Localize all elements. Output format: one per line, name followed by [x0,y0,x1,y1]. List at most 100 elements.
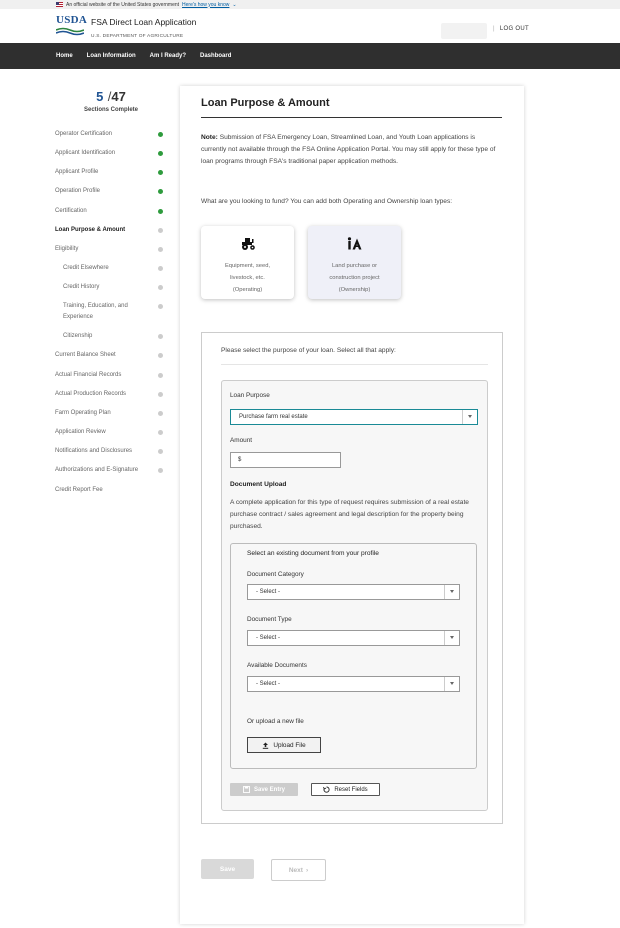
sidebar-step[interactable]: Citizenship [63,331,143,342]
ownership-tile-line3: (Ownership) [338,287,371,293]
floppy-disk-icon [243,786,250,793]
sidebar-step[interactable]: Current Balance Sheet [55,350,165,361]
fund-question: What are you looking to fund? You can ad… [201,198,453,205]
usda-logo-text: USDA [56,14,88,26]
document-type-select[interactable]: - Select - [247,630,460,646]
nav-dashboard[interactable]: Dashboard [200,53,231,59]
loan-entry-panel: Loan Purpose Purchase farm real estate A… [221,380,488,811]
step-status-dot [158,170,163,175]
operating-loan-tile[interactable]: Equipment, seed, livestock, etc. (Operat… [201,226,294,299]
step-status-dot [158,468,163,473]
sidebar-step-label-line2: Experience [63,314,94,320]
sidebar-step[interactable]: Applicant Profile [55,167,165,178]
available-documents-select[interactable]: - Select - [247,676,460,692]
step-status-dot [158,189,163,194]
sidebar-step-label: Credit Elsewhere [63,265,109,271]
ownership-tile-line1: Land purchase or [331,263,378,269]
chevron-down-icon[interactable]: ⌄ [232,2,236,8]
sidebar-step[interactable]: Actual Financial Records [55,370,165,381]
land-icon [347,237,361,250]
chevron-down-icon [444,631,459,645]
step-status-dot [158,353,163,358]
sidebar-step[interactable]: Actual Production Records [55,389,165,400]
main-nav: Home Loan Information Am I Ready? Dashbo… [0,43,620,69]
available-documents-value: - Select - [256,681,281,687]
reset-icon [323,786,330,793]
sidebar-step[interactable]: Notifications and Disclosures [55,446,165,457]
usda-logo[interactable]: USDA [56,14,88,40]
loan-purpose-section: Please select the purpose of your loan. … [201,332,503,824]
usda-wave-icon [56,27,84,36]
reset-fields-label: Reset Fields [334,786,368,793]
ownership-loan-tile[interactable]: Land purchase or construction project (O… [308,226,401,299]
loan-purpose-label: Loan Purpose [230,392,270,399]
step-status-dot [158,209,163,214]
upload-icon [263,742,269,749]
step-status-dot [158,411,163,416]
loan-purpose-select[interactable]: Purchase farm real estate [230,409,478,425]
document-type-value: - Select - [256,635,281,641]
sidebar-step-label: Actual Financial Records [55,372,122,378]
sidebar-step[interactable]: Credit Report Fee [55,485,165,496]
sidebar-step[interactable]: Eligibility [55,244,165,255]
chevron-down-icon [444,585,459,599]
save-entry-label: Save Entry [253,786,286,793]
upload-file-button[interactable]: Upload File [247,737,321,753]
page-title: Loan Purpose & Amount [201,97,330,109]
nav-am-i-ready[interactable]: Am I Ready? [150,53,186,59]
document-upload-title: Document Upload [230,481,287,488]
tractor-icon [241,238,255,250]
sidebar-step-label: Citizenship [63,333,93,339]
save-button[interactable]: Save [201,859,254,879]
chevron-down-icon [462,410,477,424]
heres-how-you-know-link[interactable]: Here's how you know [182,2,229,8]
next-button[interactable]: Next › [271,859,326,881]
sidebar-step[interactable]: Operation Profile [55,186,165,197]
step-status-dot [158,334,163,339]
sidebar-step[interactable]: Farm Operating Plan [55,408,165,419]
note-text: Submission of FSA Emergency Loan, Stream… [201,134,496,165]
sidebar-step[interactable]: Certification [55,206,165,217]
sidebar-step-label: Eligibility [55,246,79,252]
sidebar-step[interactable]: Credit History [63,282,143,293]
upload-new-label: Or upload a new file [247,718,304,725]
sidebar-step-label: Operation Profile [55,188,101,194]
sidebar-step-label: Training, Education, and [63,303,128,309]
available-documents-label: Available Documents [247,662,307,669]
document-type-label: Document Type [247,616,292,623]
document-category-value: - Select - [256,589,281,595]
sidebar-step-label: Application Review [55,429,106,435]
amount-input[interactable]: $ [230,452,341,468]
sidebar-step-label: Certification [55,208,87,214]
sidebar-step[interactable]: Applicant Identification [55,148,165,159]
sidebar-step-label: Current Balance Sheet [55,352,116,358]
save-entry-button[interactable]: Save Entry [230,783,298,796]
sidebar-step[interactable]: Training, Education, and Experience [63,301,143,323]
chevron-right-icon: › [305,866,309,874]
logout-link[interactable]: LOG OUT [493,26,529,32]
sidebar-step-label: Authorizations and E-Signature [55,467,139,473]
sidebar-step[interactable]: Loan Purpose & Amount [55,225,165,236]
sidebar-step[interactable]: Credit Elsewhere [63,263,143,274]
nav-loan-information[interactable]: Loan Information [87,53,136,59]
sidebar-step-label: Credit History [63,284,100,290]
document-category-label: Document Category [247,571,304,578]
us-flag-icon [56,2,63,7]
nav-home[interactable]: Home [56,53,73,59]
operating-tile-text: Equipment, seed, livestock, etc. (Operat… [201,260,294,296]
sidebar-step-label: Farm Operating Plan [55,410,111,416]
sidebar-step[interactable]: Operator Certification [55,129,165,140]
step-status-dot [158,151,163,156]
title-divider [201,117,502,118]
upload-file-label: Upload File [273,741,306,749]
sidebar-step[interactable]: Authorizations and E-Signature [55,465,165,476]
ownership-tile-line2: construction project [329,275,380,281]
amount-label: Amount [230,437,253,444]
existing-document-title: Select an existing document from your pr… [247,550,379,557]
sidebar-step[interactable]: Application Review [55,427,165,438]
document-category-select[interactable]: - Select - [247,584,460,600]
reset-fields-button[interactable]: Reset Fields [311,783,380,796]
department-name: U.S. DEPARTMENT OF AGRICULTURE [91,34,184,39]
sidebar-step-label: Notifications and Disclosures [55,448,133,454]
progress-counter: 5 /47 Sections Complete [55,88,167,113]
